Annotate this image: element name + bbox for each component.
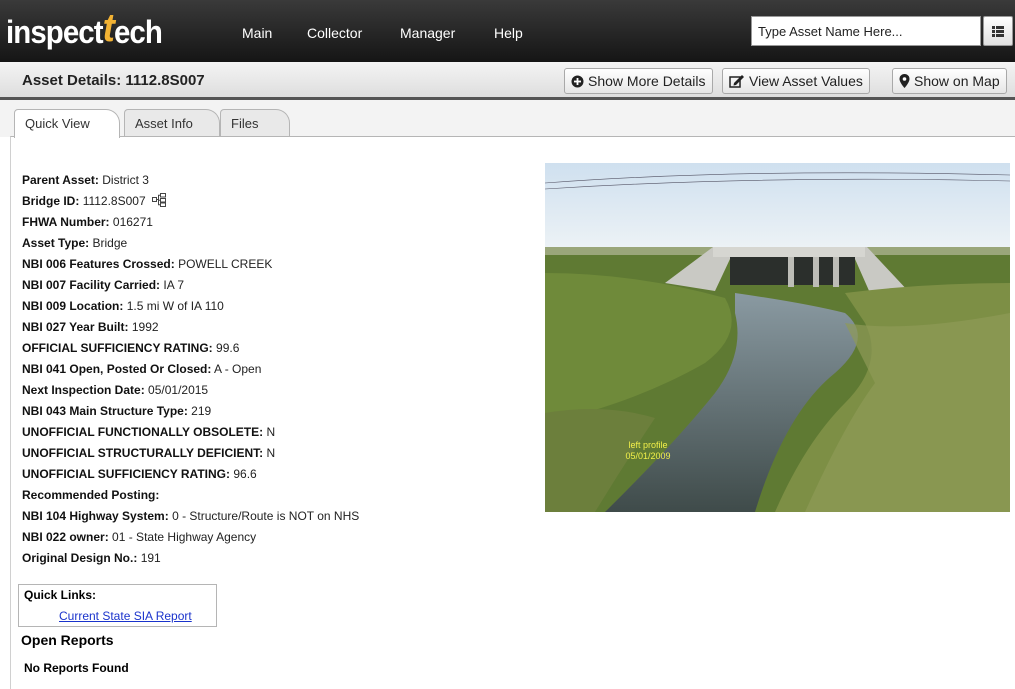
sia-report-link[interactable]: Current State SIA Report (59, 609, 192, 623)
tab-strip: Quick View Asset Info Files (0, 100, 1015, 138)
photo-caption: left profile 05/01/2009 (613, 440, 683, 462)
tab-quick-view[interactable]: Quick View (14, 109, 120, 138)
detail-fhwa-number: FHWA Number: 016271 (22, 215, 153, 229)
detail-owner: NBI 022 owner: 01 - State Highway Agency (22, 530, 257, 544)
map-marker-icon (899, 74, 910, 88)
logo-text-start: inspect (6, 14, 104, 50)
nav-manager[interactable]: Manager (400, 25, 455, 41)
view-asset-values-button[interactable]: View Asset Values (722, 68, 870, 94)
show-on-map-button[interactable]: Show on Map (892, 68, 1007, 94)
asset-search-input[interactable] (751, 16, 981, 46)
no-reports-message: No Reports Found (24, 661, 129, 675)
detail-recommended-posting: Recommended Posting: (22, 488, 160, 502)
logo-text-end: ech (113, 14, 163, 50)
inspecttech-logo[interactable]: inspecttech (6, 6, 163, 50)
top-navbar: inspecttech Main Collector Manager Help (0, 0, 1015, 62)
show-more-details-button[interactable]: Show More Details (564, 68, 713, 94)
photo-caption-date: 05/01/2009 (625, 451, 671, 461)
photo-caption-line1: left profile (628, 440, 668, 450)
detail-official-sufficiency: OFFICIAL SUFFICIENCY RATING: 99.6 (22, 341, 240, 355)
asset-details-list: Parent Asset: District 3 Bridge ID: 1112… (22, 170, 359, 569)
detail-original-design-no: Original Design No.: 191 (22, 551, 161, 565)
show-more-details-label: Show More Details (588, 73, 706, 89)
show-on-map-label: Show on Map (914, 73, 1000, 89)
detail-structurally-deficient: UNOFFICIAL STRUCTURALLY DEFICIENT: N (22, 446, 276, 460)
view-asset-values-label: View Asset Values (749, 73, 863, 89)
nav-help[interactable]: Help (494, 25, 523, 41)
bridge-photo[interactable]: left profile 05/01/2009 (545, 163, 1010, 512)
tab-files[interactable]: Files (220, 109, 290, 137)
detail-asset-type: Asset Type: Bridge (22, 236, 128, 250)
quick-links-title: Quick Links: (24, 588, 97, 602)
asset-list-button[interactable] (983, 16, 1013, 46)
detail-facility-carried: NBI 007 Facility Carried: IA 7 (22, 278, 185, 292)
plus-circle-icon (571, 75, 584, 87)
open-reports-heading: Open Reports (21, 632, 114, 648)
edit-icon (729, 75, 744, 88)
detail-open-posted-closed: NBI 041 Open, Posted Or Closed: A - Open (22, 362, 262, 376)
detail-highway-system: NBI 104 Highway System: 0 - Structure/Ro… (22, 509, 360, 523)
nav-collector[interactable]: Collector (307, 25, 362, 41)
hierarchy-icon[interactable] (151, 193, 166, 207)
logo-text-t: t (102, 6, 115, 50)
page-title: Asset Details: 1112.8S007 (22, 72, 205, 89)
asset-title-bar: Asset Details: 1112.8S007 Show More Deta… (0, 62, 1015, 100)
detail-features-crossed: NBI 006 Features Crossed: POWELL CREEK (22, 257, 273, 271)
detail-unofficial-sufficiency: UNOFFICIAL SUFFICIENCY RATING: 96.6 (22, 467, 257, 481)
quick-links-box: Quick Links: Current State SIA Report (18, 584, 217, 627)
detail-functionally-obsolete: UNOFFICIAL FUNCTIONALLY OBSOLETE: N (22, 425, 276, 439)
detail-parent-asset: Parent Asset: District 3 (22, 173, 149, 187)
detail-bridge-id: Bridge ID: 1112.8S007 (22, 191, 359, 212)
detail-main-structure-type: NBI 043 Main Structure Type: 219 (22, 404, 212, 418)
detail-year-built: NBI 027 Year Built: 1992 (22, 320, 159, 334)
list-icon (992, 26, 1004, 37)
tab-asset-info[interactable]: Asset Info (124, 109, 220, 137)
nav-main[interactable]: Main (242, 25, 272, 41)
detail-next-inspection: Next Inspection Date: 05/01/2015 (22, 383, 209, 397)
detail-location: NBI 009 Location: 1.5 mi W of IA 110 (22, 299, 224, 313)
